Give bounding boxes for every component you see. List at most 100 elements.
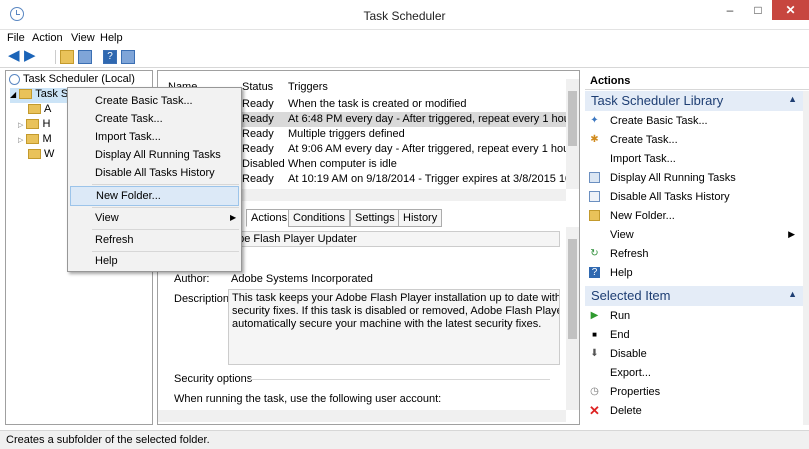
stop-icon: ■ <box>592 330 597 339</box>
window-title: Task Scheduler <box>363 9 446 23</box>
back-arrow-icon[interactable]: ◀ <box>8 48 22 64</box>
ctx-display-running[interactable]: Display All Running Tasks <box>70 146 239 166</box>
tree-node-root[interactable]: Task Scheduler (Local) <box>9 73 135 88</box>
security-options-label: Security options <box>174 373 253 385</box>
scrollbar-thumb[interactable] <box>568 239 577 339</box>
action-disable-history[interactable]: Disable All Tasks History <box>585 188 803 207</box>
ctx-refresh[interactable]: Refresh <box>70 231 239 251</box>
detail-hscrollbar[interactable] <box>158 410 566 422</box>
action-end[interactable]: ■ End <box>585 326 803 345</box>
menu-bar: File Action View Help <box>0 30 809 48</box>
ctx-separator <box>92 184 239 185</box>
tree-node-child[interactable]: A <box>28 103 51 118</box>
action-create-basic-task[interactable]: ✦ Create Basic Task... <box>585 112 803 131</box>
author-label: Author: <box>174 273 210 285</box>
action-new-folder[interactable]: New Folder... <box>585 207 803 226</box>
action-disable[interactable]: ⬇ Disable <box>585 345 803 364</box>
show-action-pane-icon[interactable] <box>121 50 135 64</box>
forward-arrow-icon[interactable]: ▶ <box>24 48 38 64</box>
clock-icon <box>9 73 20 85</box>
task-list-scrollbar[interactable] <box>566 79 579 189</box>
ctx-create-basic-task[interactable]: Create Basic Task... <box>70 92 239 112</box>
close-button[interactable]: ✕ <box>772 0 809 20</box>
action-run[interactable]: ▶ Run <box>585 307 803 326</box>
action-create-task[interactable]: ✱ Create Task... <box>585 131 803 150</box>
scrollbar-thumb[interactable] <box>568 91 577 146</box>
context-menu: Create Basic Task... Create Task... Impo… <box>67 87 242 272</box>
action-properties[interactable]: ◷ Properties <box>585 383 803 402</box>
user-account-label: When running the task, use the following… <box>174 393 442 405</box>
group-divider <box>250 379 550 380</box>
ctx-disable-history[interactable]: Disable All Tasks History <box>70 164 239 184</box>
new-task-icon: ✱ <box>590 134 599 145</box>
description-label: Description: <box>174 293 233 305</box>
maximize-button[interactable]: □ <box>744 0 772 20</box>
column-header-triggers[interactable]: Triggers <box>288 81 328 93</box>
help-icon: ? <box>589 267 600 278</box>
ctx-separator <box>92 229 239 230</box>
submenu-arrow-icon: ▶ <box>788 229 795 239</box>
tree-node-child[interactable]: ▷ H <box>18 118 50 133</box>
expand-arrow-icon[interactable]: ▷ <box>18 137 23 144</box>
status-bar: Creates a subfolder of the selected fold… <box>0 430 809 449</box>
down-arrow-icon: ⬇ <box>590 348 599 359</box>
actions-pane: Actions Task Scheduler Library ▲ ✦ Create … <box>585 70 809 425</box>
ctx-separator <box>92 207 239 208</box>
folder-icon <box>28 104 41 115</box>
collapse-icon: ▲ <box>788 289 797 299</box>
action-import-task[interactable]: Import Task... <box>585 150 803 169</box>
tab-history[interactable]: History <box>398 209 443 227</box>
section-selected-item[interactable]: Selected Item ▲ <box>585 286 803 306</box>
detail-scrollbar[interactable] <box>566 227 579 410</box>
action-delete[interactable]: ✕ Delete <box>585 402 803 421</box>
action-help[interactable]: ? Help <box>585 264 803 283</box>
actions-header: Actions <box>585 72 809 90</box>
menu-help[interactable]: Help <box>100 32 123 44</box>
folder-icon <box>26 119 40 130</box>
run-icon: ▶ <box>590 310 599 321</box>
refresh-icon: ↻ <box>590 248 599 259</box>
minimize-button[interactable]: – <box>716 0 744 20</box>
expand-arrow-icon[interactable]: ▷ <box>18 122 23 129</box>
toolbar-separator <box>55 50 56 64</box>
ctx-view[interactable]: View <box>70 209 239 229</box>
menu-action[interactable]: Action <box>32 32 63 44</box>
action-view[interactable]: View ▶ <box>585 226 803 245</box>
properties-icon: ◷ <box>590 386 599 397</box>
folder-icon <box>589 210 600 221</box>
description-field[interactable]: This task keeps your Adobe Flash Player … <box>228 289 560 365</box>
tab-conditions[interactable]: Conditions <box>288 209 350 227</box>
ctx-create-task[interactable]: Create Task... <box>70 110 239 130</box>
folder-icon <box>19 89 33 100</box>
ctx-new-folder[interactable]: New Folder... <box>70 186 239 206</box>
ctx-import-task[interactable]: Import Task... <box>70 128 239 148</box>
section-task-scheduler-library[interactable]: Task Scheduler Library ▲ <box>585 91 803 111</box>
folder-icon <box>28 149 41 160</box>
collapse-icon: ▲ <box>788 94 797 104</box>
task-name-field[interactable]: obe Flash Player Updater <box>228 231 560 247</box>
collapse-arrow-icon[interactable]: ◢ <box>10 90 16 99</box>
show-hide-console-tree-icon[interactable] <box>78 50 92 64</box>
action-display-running[interactable]: Display All Running Tasks <box>585 169 803 188</box>
tree-node-child[interactable]: W <box>28 148 54 163</box>
menu-view[interactable]: View <box>71 32 95 44</box>
tab-actions[interactable]: Actions <box>246 209 293 227</box>
up-folder-icon[interactable] <box>60 50 74 64</box>
history-icon <box>589 191 600 202</box>
action-refresh[interactable]: ↻ Refresh <box>585 245 803 264</box>
author-value: Adobe Systems Incorporated <box>231 273 373 285</box>
menu-file[interactable]: File <box>7 32 25 44</box>
action-export[interactable]: Export... <box>585 364 803 383</box>
wizard-icon: ✦ <box>590 115 599 126</box>
ctx-help[interactable]: Help <box>70 252 239 272</box>
help-icon[interactable]: ? <box>103 50 117 64</box>
tree-node-child[interactable]: ▷ M <box>18 133 52 148</box>
submenu-arrow-icon: ▶ <box>230 213 237 222</box>
title-bar: Task Scheduler – □ ✕ <box>0 0 809 30</box>
tree-node-library[interactable]: ◢ Task Scheduler Library <box>10 88 147 103</box>
delete-icon: ✕ <box>589 403 600 418</box>
running-tasks-icon <box>589 172 600 183</box>
actions-scrollbar[interactable] <box>803 91 809 425</box>
column-header-status[interactable]: Status <box>242 81 273 93</box>
tab-settings[interactable]: Settings <box>350 209 400 227</box>
